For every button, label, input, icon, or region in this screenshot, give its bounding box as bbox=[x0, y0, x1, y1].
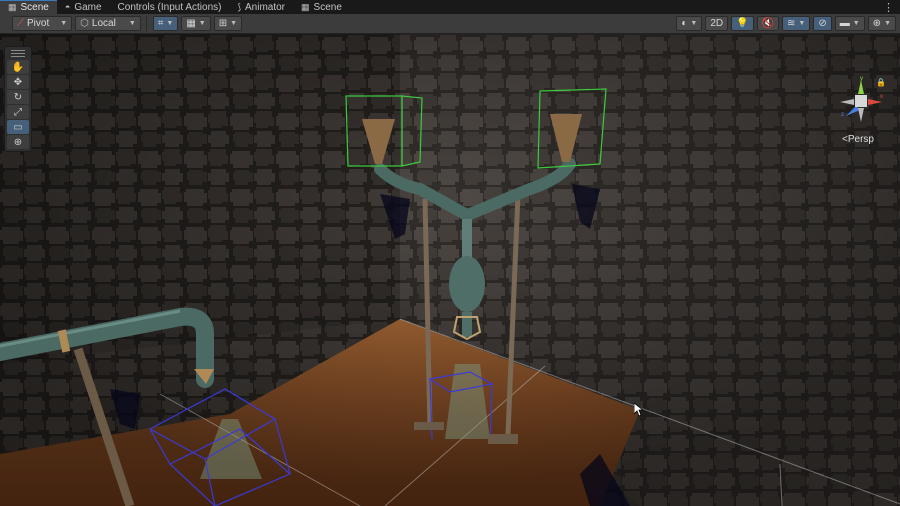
projection-label: Persp bbox=[847, 134, 874, 145]
chevron-down-icon: ▼ bbox=[166, 20, 174, 27]
lightbulb-icon: 💡 bbox=[736, 18, 749, 29]
eye-slash-icon: ⊘ bbox=[818, 18, 827, 29]
chevron-down-icon: ▼ bbox=[884, 20, 891, 27]
rect-tool-icon[interactable]: ▭ bbox=[7, 120, 29, 134]
cube-icon: ⬡ bbox=[80, 18, 89, 29]
mouse-cursor-icon bbox=[634, 403, 644, 417]
grid-snap-toggle[interactable]: ⌗ ▼ bbox=[152, 16, 179, 31]
overlay-grip-handle[interactable] bbox=[11, 49, 25, 57]
rotate-tool-icon[interactable]: ↻ bbox=[7, 90, 29, 104]
animator-icon: ⟆ bbox=[237, 1, 241, 12]
grid-icon: ▦ bbox=[8, 2, 17, 12]
projection-toggle[interactable]: <Persp bbox=[842, 134, 874, 145]
tab-animator-label: Animator bbox=[245, 1, 286, 13]
draw-mode-dropdown[interactable]: ◐ ▼ bbox=[676, 16, 703, 31]
local-dropdown[interactable]: ⬡ Local ▼ bbox=[75, 16, 141, 31]
tab-controls-input-actions[interactable]: Controls (Input Actions) bbox=[110, 0, 230, 14]
gizmos-dropdown[interactable]: ⊕ ▼ bbox=[867, 16, 896, 31]
grid-icon: ▦ bbox=[301, 1, 310, 12]
mode-2d-label: 2D bbox=[710, 18, 724, 29]
chevron-down-icon: ▼ bbox=[852, 20, 860, 27]
gizmo-z-label: z bbox=[841, 112, 844, 118]
scene-visibility-toggle[interactable]: ⊘ bbox=[813, 16, 832, 31]
grid-snap-icon: ⌗ bbox=[157, 18, 164, 29]
chevron-down-icon: ▼ bbox=[198, 20, 206, 27]
scene-toolbar: ⟋ Pivot ▼ ⬡ Local ▼ ⌗ ▼ ▦ ▼ ⊞ ▼ ◐ ▼ 2D 💡… bbox=[0, 14, 900, 34]
gizmo-y-label: y bbox=[860, 76, 863, 82]
local-label: Local bbox=[91, 18, 116, 29]
shading-sphere-icon: ◐ bbox=[681, 18, 688, 29]
lock-icon[interactable]: 🔒 bbox=[876, 78, 886, 87]
lighting-toggle[interactable]: 💡 bbox=[731, 16, 754, 31]
axis-z-icon bbox=[846, 106, 860, 116]
camera-icon: ▬ bbox=[839, 18, 850, 29]
snap-increment-icon: ⊞ bbox=[218, 18, 228, 29]
editor-tab-bar: ▦ Scene ◓ Game Controls (Input Actions) … bbox=[0, 0, 900, 14]
gizmo-globe-icon: ⊕ bbox=[872, 18, 882, 29]
chevron-down-icon: ▼ bbox=[128, 20, 136, 27]
tab-game[interactable]: ◓ Game bbox=[57, 0, 110, 14]
chevron-down-icon: ▼ bbox=[230, 20, 238, 27]
chevron-down-icon: ▼ bbox=[60, 20, 68, 27]
scene-viewport[interactable]: y x z 🔒 <Persp bbox=[0, 34, 900, 506]
move-tool-icon[interactable]: ✥ bbox=[7, 75, 29, 89]
chevron-down-icon: ▼ bbox=[798, 20, 806, 27]
tab-controls-label: Controls (Input Actions) bbox=[117, 1, 222, 13]
pivot-label: Pivot bbox=[27, 18, 50, 29]
grid-visibility-toggle[interactable]: ▦ ▼ bbox=[181, 16, 211, 31]
tab-scene-2-label: Scene bbox=[313, 1, 342, 13]
chevron-down-icon: ▼ bbox=[690, 20, 698, 27]
pivot-icon: ⟋ bbox=[17, 18, 24, 29]
tab-scene-label: Scene bbox=[20, 2, 49, 13]
toolbar-divider bbox=[145, 16, 147, 31]
gizmo-x-label: x bbox=[880, 94, 883, 100]
scene-view-options: ◐ ▼ 2D 💡 🔇 ≋ ▼ ⊘ ▬ ▼ ⊕ ▼ bbox=[673, 16, 896, 31]
tab-scene-2[interactable]: ▦ Scene bbox=[293, 0, 350, 14]
camera-dropdown[interactable]: ▬ ▼ bbox=[834, 16, 865, 31]
hand-tool-icon[interactable]: ✋ bbox=[7, 60, 29, 74]
audio-toggle[interactable]: 🔇 bbox=[756, 16, 780, 31]
scene-render bbox=[0, 34, 900, 506]
speaker-muted-icon: 🔇 bbox=[761, 18, 775, 29]
increment-snap-toggle[interactable]: ⊞ ▼ bbox=[213, 16, 243, 31]
pivot-dropdown[interactable]: ⟋ Pivot ▼ bbox=[12, 16, 73, 31]
effects-layers-icon: ≋ bbox=[787, 18, 796, 29]
grid-icon: ▦ bbox=[186, 18, 196, 29]
scale-tool-icon[interactable]: ⤢ bbox=[7, 105, 29, 119]
tab-game-label: Game bbox=[74, 1, 102, 13]
mode-2d-toggle[interactable]: 2D bbox=[705, 16, 729, 31]
tab-scene[interactable]: ▦ Scene bbox=[0, 0, 57, 14]
scene-tools-overlay: ✋ ✥ ↻ ⤢ ▭ ⊕ bbox=[4, 46, 32, 152]
axis-y-icon bbox=[858, 80, 864, 94]
gamepad-icon: ◓ bbox=[64, 2, 71, 12]
tab-animator[interactable]: ⟆ Animator bbox=[229, 0, 293, 14]
transform-tool-icon[interactable]: ⊕ bbox=[7, 135, 29, 149]
effects-dropdown[interactable]: ≋ ▼ bbox=[782, 16, 811, 31]
more-options-icon[interactable]: ⋮ bbox=[883, 0, 894, 14]
